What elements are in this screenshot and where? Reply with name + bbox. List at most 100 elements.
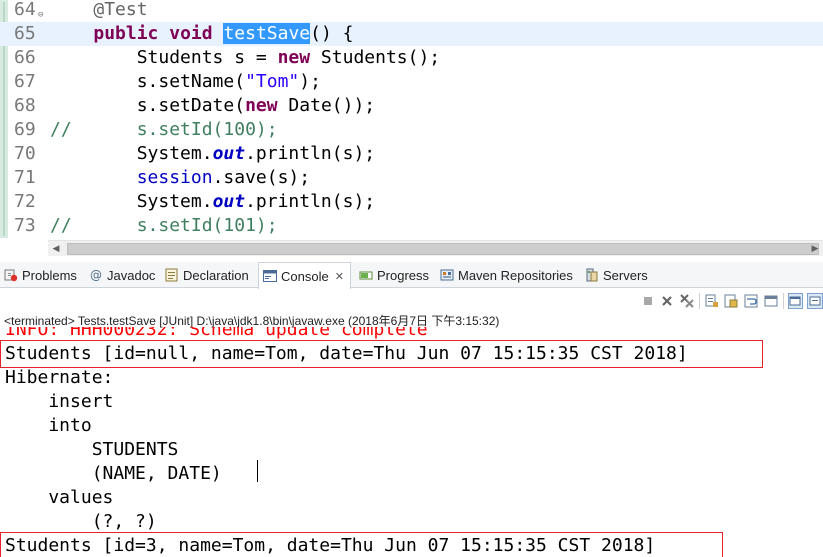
console-output[interactable]: INFO: HHH000232: Schema update complete … <box>0 327 823 557</box>
line-number: 70 <box>14 143 36 164</box>
clear-console-icon[interactable] <box>704 293 720 309</box>
code-token: new <box>277 47 311 68</box>
console-line: Hibernate: <box>5 367 125 388</box>
console-line: Students [id=null, name=Tom, date=Thu Ju… <box>5 343 688 364</box>
code-line[interactable]: 65 public void testSave() { <box>0 22 823 46</box>
code-line[interactable]: 71 session.save(s); <box>0 166 823 190</box>
pin-console-icon[interactable] <box>787 293 804 309</box>
code-token: System. <box>50 143 213 164</box>
close-icon[interactable]: ✕ <box>335 270 344 283</box>
code-token: out <box>212 143 246 164</box>
line-number: 69 <box>14 119 36 140</box>
code-token: // s.setId(100); <box>50 119 278 140</box>
code-text: session.save(s); <box>50 166 310 190</box>
code-token: System. <box>50 191 213 212</box>
tab-servers[interactable]: Servers <box>585 262 648 288</box>
toolbar-separator <box>782 293 784 309</box>
code-text: public void testSave() { <box>50 22 354 46</box>
console-line: values <box>5 487 114 508</box>
code-line[interactable]: 66 Students s = new Students(); <box>0 46 823 70</box>
code-token: Date()); <box>277 95 376 116</box>
text-cursor <box>257 460 258 482</box>
code-token: () { <box>310 23 354 44</box>
code-token: "Tom" <box>245 71 300 92</box>
tab-label: Console <box>281 268 329 284</box>
display-selected-console-icon[interactable] <box>807 293 823 309</box>
console-toolbar <box>640 290 823 312</box>
code-token: .println(s); <box>245 143 376 164</box>
selected-text: testSave <box>223 23 311 44</box>
tab-label: Servers <box>603 267 648 283</box>
code-line[interactable]: 72 System.out.println(s); <box>0 190 823 214</box>
code-line[interactable]: 69 // s.setId(100); <box>0 118 823 142</box>
code-token: s.setDate( <box>50 95 246 116</box>
code-line[interactable]: 68 s.setDate(new Date()); <box>0 94 823 118</box>
javadoc-icon: @ <box>90 268 102 282</box>
line-number: 67 <box>14 71 36 92</box>
console-line: into <box>5 415 92 436</box>
remove-launch-icon[interactable] <box>660 293 676 309</box>
toolbar-separator <box>698 293 700 309</box>
scroll-lock-icon[interactable] <box>724 293 740 309</box>
code-text: // s.setId(100); <box>50 118 278 142</box>
code-line[interactable]: 70 System.out.println(s); <box>0 142 823 166</box>
code-token: session <box>136 167 213 188</box>
code-editor[interactable]: 64 ⊖ @Test 65 public void testSave() {66 S… <box>0 0 823 257</box>
code-token: out <box>212 191 246 212</box>
tab-declaration[interactable]: Declaration <box>165 262 249 288</box>
console-line: (NAME, DATE) <box>5 463 233 484</box>
remove-all-terminated-icon[interactable] <box>679 293 695 309</box>
code-token: Students(); <box>310 47 441 68</box>
code-token: s.setName( <box>50 71 246 92</box>
code-token: .save(s); <box>212 167 311 188</box>
console-icon <box>263 269 277 283</box>
console-line: (?, ?) <box>5 511 157 532</box>
word-wrap-icon[interactable] <box>743 293 759 309</box>
horizontal-scrollbar[interactable]: ◀ ▶ <box>48 240 823 256</box>
tab-progress[interactable]: Progress <box>359 262 429 288</box>
tab-label: Problems <box>22 267 77 283</box>
code-token: .println(s); <box>245 191 376 212</box>
line-number: 66 <box>14 47 36 68</box>
code-token: @Test <box>93 0 148 20</box>
tab-label: Javadoc <box>107 267 156 283</box>
code-text: System.out.println(s); <box>50 190 375 214</box>
code-token: Students s = <box>50 47 278 68</box>
terminate-icon[interactable] <box>640 293 656 309</box>
code-line[interactable]: 67 s.setName("Tom"); <box>0 70 823 94</box>
line-number: 65 <box>14 23 36 44</box>
tab-maven-repositories[interactable]: Maven Repositories <box>440 262 573 288</box>
view-tab-bar: Problems @ Javadoc Declaration Console ✕… <box>0 262 823 289</box>
console-line: Students [id=3, name=Tom, date=Thu Jun 0… <box>5 535 656 556</box>
tab-label: Progress <box>377 267 430 283</box>
scrollbar-thumb[interactable] <box>67 243 819 255</box>
line-number: 72 <box>14 191 36 212</box>
line-number: 73 <box>14 215 36 236</box>
tab-label: Declaration <box>183 267 249 283</box>
code-text: Students s = new Students(); <box>50 46 440 70</box>
tab-label: Maven Repositories <box>458 267 573 283</box>
show-on-output-icon[interactable] <box>763 293 779 309</box>
line-number: 71 <box>14 167 36 188</box>
problems-icon <box>4 268 18 282</box>
scroll-right-icon[interactable]: ▶ <box>807 241 823 257</box>
tab-javadoc[interactable]: @ Javadoc <box>89 262 155 288</box>
code-line[interactable]: 73 // s.setId(101); <box>0 214 823 238</box>
scroll-left-icon[interactable]: ◀ <box>48 241 64 257</box>
tab-console[interactable]: Console ✕ <box>258 262 351 289</box>
code-token: public <box>93 23 159 44</box>
code-token: // s.setId(101); <box>50 215 278 236</box>
progress-icon <box>359 268 373 282</box>
code-text: @Test <box>50 0 148 22</box>
declaration-icon <box>165 268 179 282</box>
code-line[interactable]: 64 ⊖ @Test <box>0 0 823 22</box>
code-text: s.setName("Tom"); <box>50 70 321 94</box>
console-line: STUDENTS <box>5 439 179 460</box>
code-token: void <box>169 23 213 44</box>
tab-problems[interactable]: Problems <box>4 262 77 288</box>
